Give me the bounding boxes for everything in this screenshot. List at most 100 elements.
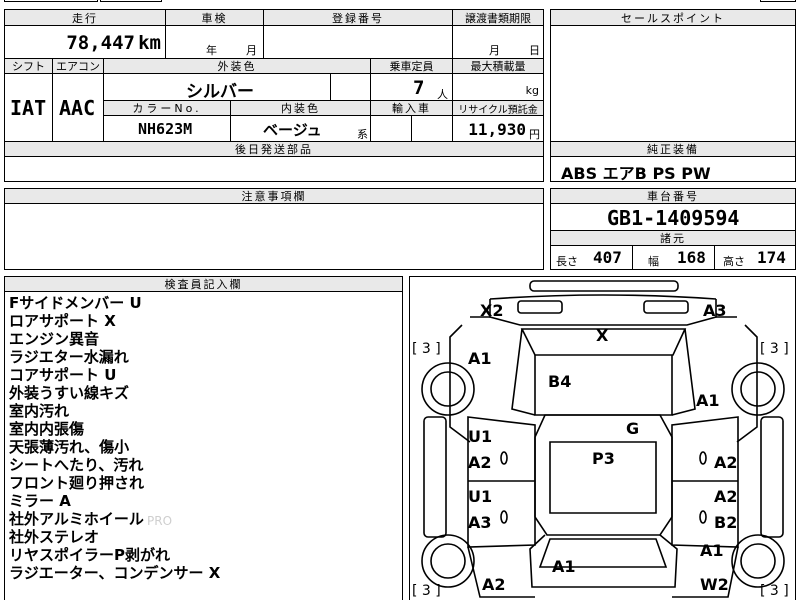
exterior-color-extra	[330, 73, 371, 101]
recycle-unit: 円	[529, 128, 540, 141]
exterior-color-label: 外装色	[103, 58, 371, 74]
damage-code: A1	[468, 349, 492, 368]
damage-code: X2	[480, 301, 504, 320]
tire-mark-rear-right: [ 3 ]	[760, 583, 789, 599]
damage-code: W2	[700, 575, 729, 594]
capacity-value: 7	[413, 77, 425, 99]
length-cell: 長さ 407	[550, 245, 633, 270]
mileage-value: 78,447	[66, 32, 135, 54]
aircon-value: AAC	[59, 96, 96, 120]
capacity-label: 乗車定員	[370, 58, 453, 74]
note-line: 外装うすい線キズ	[9, 384, 130, 402]
car-diagram-box: [ 3 ] [ 3 ] [ 3 ] [ 3 ] X2 A3 X A1 B4 A1…	[409, 276, 796, 600]
interior-color-cell: ベージュ 系	[230, 115, 371, 142]
max-load-label: 最大積載量	[452, 58, 544, 74]
note-line: ミラー A	[9, 492, 71, 510]
import-cell-b	[411, 115, 453, 142]
color-no-cell: NH623M	[103, 115, 231, 142]
damage-code: B4	[548, 372, 572, 391]
aircon-label: エアコン	[52, 58, 104, 74]
damage-code: B2	[714, 513, 738, 532]
exterior-color-cell: シルバー	[103, 73, 331, 102]
inspector-box: Fサイドメンバー U ロアサポート X エンジン異音 ラジエター水漏れ コアサポ…	[4, 291, 403, 600]
mileage-cell: 78,447 km	[4, 25, 166, 59]
note-line: エンジン異音	[9, 330, 100, 348]
recycle-value: 11,930	[468, 120, 526, 139]
color-no-label: カラーNo.	[103, 100, 231, 116]
damage-code: G	[626, 419, 640, 438]
note-line: 天張薄汚れ、傷小	[9, 438, 130, 456]
damage-code: A1	[696, 391, 720, 410]
damage-code: A2	[482, 575, 506, 594]
shift-label: シフト	[4, 58, 53, 74]
delivery-parts-box	[4, 156, 544, 182]
transfer-month-unit: 月	[489, 44, 500, 57]
damage-code: X	[596, 326, 609, 345]
note-line: シートへたり、汚れ	[9, 456, 144, 474]
caution-box	[4, 203, 544, 270]
transfer-deadline-cell: 月 日	[452, 25, 544, 59]
max-load-cell: kg	[452, 73, 544, 101]
import-label: 輸入車	[370, 100, 453, 116]
top-strip-mid	[100, 0, 162, 2]
damage-code: U1	[468, 487, 493, 506]
height-label: 高さ	[723, 255, 745, 268]
note-line: ラジエター水漏れ	[9, 348, 129, 366]
delivery-parts-label: 後日発送部品	[4, 141, 544, 157]
equipment-value: ABS エアB PS PW	[561, 164, 711, 183]
inspector-notes: Fサイドメンバー U ロアサポート X エンジン異音 ラジエター水漏れ コアサポ…	[9, 294, 220, 582]
damage-code: A1	[700, 541, 724, 560]
tire-mark-front-left: [ 3 ]	[412, 341, 441, 357]
shift-value: IAT	[10, 96, 47, 120]
top-strip-right	[760, 0, 796, 2]
equipment-box: ABS エアB PS PW	[550, 156, 796, 183]
note-line: コアサポート U	[9, 366, 117, 384]
damage-code: P3	[592, 449, 615, 468]
height-value: 174	[757, 248, 786, 267]
note-line: ラジエーター、コンデンサー X	[9, 564, 221, 582]
note-line: リヤスポイラーP剥がれ	[9, 546, 170, 564]
chassis-box: GB1-1409594	[550, 203, 796, 231]
damage-code: A2	[714, 453, 738, 472]
chassis-label: 車台番号	[550, 188, 796, 204]
aircon-cell: AAC	[52, 73, 104, 142]
interior-color-label: 内装色	[230, 100, 371, 116]
registration-cell	[263, 25, 453, 59]
damage-code: A3	[703, 301, 727, 320]
color-no-value: NH623M	[138, 120, 193, 138]
equipment-label: 純正装備	[550, 141, 796, 157]
transfer-deadline-label: 譲渡書類期限	[452, 9, 544, 26]
inspection-cell: 年 月	[165, 25, 264, 59]
width-value: 168	[677, 248, 706, 267]
tire-mark-rear-left: [ 3 ]	[412, 583, 441, 599]
sales-point-label: セールスポイント	[550, 9, 796, 26]
caution-label: 注意事項欄	[4, 188, 544, 204]
damage-code: A1	[552, 557, 576, 576]
note-line: 室内汚れ	[9, 402, 70, 420]
top-strip-left	[4, 0, 98, 2]
recycle-cell: 11,930 円	[452, 115, 544, 142]
note-line: Fサイドメンバー U	[9, 294, 142, 312]
interior-suffix: 系	[357, 128, 368, 141]
damage-code: A3	[468, 513, 492, 532]
mileage-label: 走行	[4, 9, 166, 26]
note-line: フロント廻り押され	[9, 474, 145, 492]
chassis-value: GB1-1409594	[607, 206, 740, 230]
damage-code: A2	[468, 453, 492, 472]
length-value: 407	[593, 248, 622, 267]
interior-color-value: ベージュ	[263, 121, 322, 139]
inspection-year-unit: 年	[206, 44, 217, 57]
registration-label: 登録番号	[263, 9, 453, 26]
import-cell-a	[370, 115, 412, 142]
mileage-unit: km	[138, 32, 161, 54]
watermark: PRO	[147, 514, 173, 528]
note-line: ロアサポート X	[9, 312, 116, 330]
dims-label: 諸元	[550, 230, 796, 246]
shift-cell: IAT	[4, 73, 53, 142]
tire-mark-front-right: [ 3 ]	[760, 341, 789, 357]
height-cell: 高さ 174	[714, 245, 796, 270]
damage-code: A2	[714, 487, 738, 506]
inspection-label: 車検	[165, 9, 264, 26]
inspector-label: 検査員記入欄	[4, 276, 403, 292]
width-cell: 幅 168	[632, 245, 715, 270]
